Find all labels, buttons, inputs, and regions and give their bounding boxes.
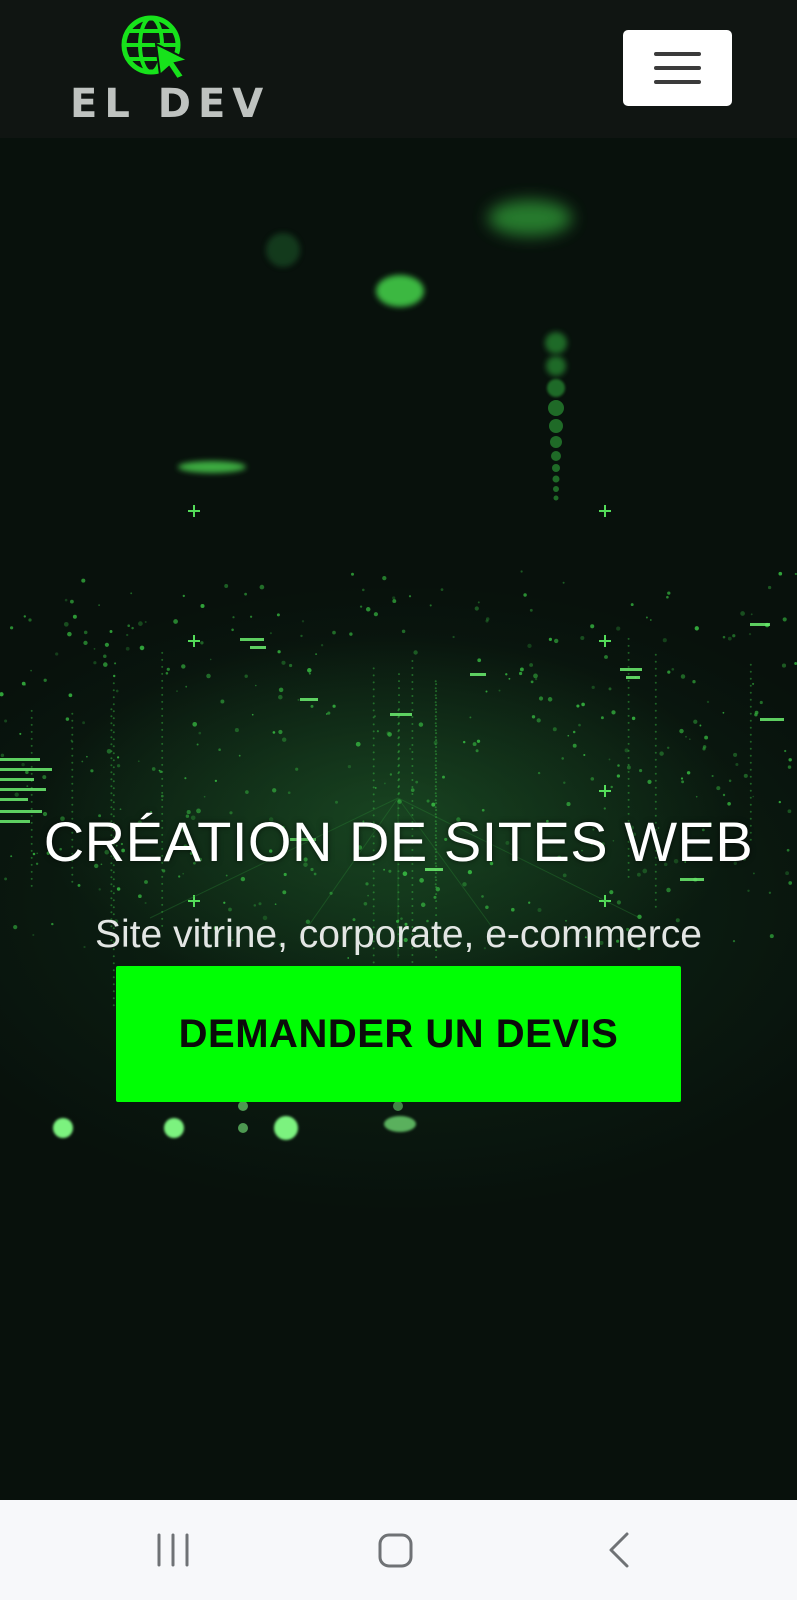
recent-apps-button[interactable] [133,1520,213,1580]
site-logo[interactable]: EL DEV [70,14,271,127]
site-header: EL DEV [0,0,797,138]
page: EL DEV CRÉATION DE SITES WEB Site vitrin… [0,0,797,1600]
request-quote-button[interactable]: DEMANDER UN DEVIS [116,966,681,1102]
system-navigation-bar [0,1500,797,1600]
recent-apps-icon [157,1533,189,1567]
menu-toggle-button[interactable] [623,30,732,106]
home-icon [378,1533,413,1568]
home-button[interactable] [355,1520,435,1580]
logo-wordmark: EL DEV [70,81,271,127]
hero-title: CRÉATION DE SITES WEB [43,810,754,873]
globe-cursor-icon [121,15,190,80]
back-icon [609,1532,629,1568]
back-button[interactable] [580,1520,660,1580]
hero-subtitle: Site vitrine, corporate, e-commerce [95,913,702,956]
hero-section: CRÉATION DE SITES WEB Site vitrine, corp… [0,138,797,1500]
